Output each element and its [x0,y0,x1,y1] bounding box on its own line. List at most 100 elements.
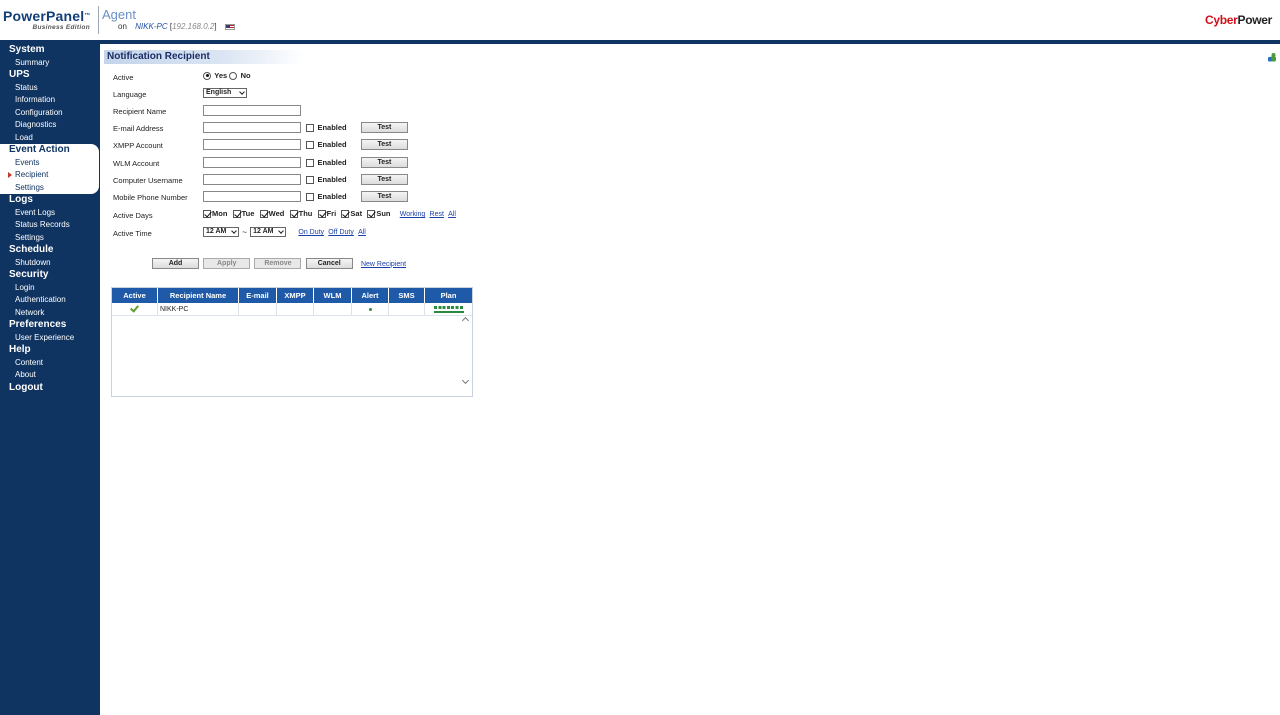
email-test-button[interactable]: Test [360,122,408,133]
day-tue-checkbox[interactable] [232,209,241,218]
col-xmpp[interactable]: XMPP [277,288,314,303]
nav-head-security[interactable]: Security [0,269,99,282]
nav-head-help[interactable]: Help [0,344,99,357]
sidebar-item-user-experience[interactable]: User Experience [0,332,99,345]
help-assistant-icon[interactable] [1267,52,1277,62]
nav-head-ups[interactable]: UPS [0,69,99,82]
mobile-test-button[interactable]: Test [360,191,408,202]
apply-button[interactable]: Apply [203,258,251,269]
nav-head-schedule[interactable]: Schedule [0,244,99,257]
sidebar-item-recipient[interactable]: Recipient [0,169,99,182]
xmpp-input[interactable] [203,139,301,150]
sidebar-item-login[interactable]: Login [0,282,99,295]
row-email-cell [239,303,277,315]
computer-input[interactable] [203,174,301,185]
sidebar-item-status-records[interactable]: Status Records [0,219,99,232]
xmpp-enabled-label: Enabled [317,140,347,149]
sidebar-item-about[interactable]: About [0,369,99,382]
sidebar-item-load[interactable]: Load [0,132,99,145]
nav-group-event-action: Event Action Events Recipient Settings [0,144,99,194]
active-no-radio[interactable] [229,71,238,80]
computer-enabled-label: Enabled [317,175,347,184]
cancel-button[interactable]: Cancel [305,258,353,269]
time-from-select[interactable]: 12 AM [203,227,239,237]
sidebar-item-event-settings[interactable]: Settings [0,182,99,195]
col-sms[interactable]: SMS [389,288,425,303]
sidebar-item-event-logs[interactable]: Event Logs [0,207,99,220]
sidebar-item-configuration[interactable]: Configuration [0,107,99,120]
working-days-link[interactable]: Working [400,211,426,218]
us-flag-icon[interactable] [224,23,235,30]
day-fri-checkbox[interactable] [317,209,326,218]
sidebar-item-diagnostics[interactable]: Diagnostics [0,119,99,132]
wlm-enabled-checkbox[interactable] [306,158,315,167]
mobile-enabled-checkbox[interactable] [306,192,315,201]
sidebar-item-summary[interactable]: Summary [0,57,99,70]
email-enabled-checkbox[interactable] [306,123,315,132]
col-active[interactable]: Active [112,288,158,303]
email-input[interactable] [203,122,301,133]
wlm-test-button[interactable]: Test [360,157,408,168]
app-header: PowerPanel™ Business Edition Agent on NI… [0,0,1280,42]
scroll-up-icon[interactable] [461,316,470,325]
on-duty-link[interactable]: On Duty [298,229,324,236]
col-email[interactable]: E-mail [239,288,277,303]
sidebar-item-shutdown[interactable]: Shutdown [0,257,99,270]
all-days-link[interactable]: All [448,211,456,218]
day-mon-checkbox[interactable] [203,209,211,218]
active-label: Active [113,73,134,82]
nav-head-logs[interactable]: Logs [0,194,99,207]
sidebar-item-status[interactable]: Status [0,82,99,95]
sidebar-item-network[interactable]: Network [0,307,99,320]
nav-group-help: Help Content About [0,344,99,382]
sidebar-item-content[interactable]: Content [0,357,99,370]
language-select[interactable]: English [203,88,247,98]
xmpp-test-button[interactable]: Test [360,139,408,150]
col-recipient-name[interactable]: Recipient Name [158,288,239,303]
new-recipient-link[interactable]: New Recipient [361,261,406,268]
computer-test-button[interactable]: Test [360,174,408,185]
recipient-table: Active Recipient Name E-mail XMPP WLM Al… [111,287,473,397]
main-content: Notification Recipient Active Yes No Lan… [100,44,1280,715]
day-sat-checkbox[interactable] [341,209,350,218]
recipient-name-input[interactable] [203,105,301,116]
chevron-down-icon [231,228,237,234]
row-active-cell [112,303,158,315]
nav-group-security: Security Login Authentication Network [0,269,99,319]
sidebar-item-authentication[interactable]: Authentication [0,294,99,307]
nav-head-event-action[interactable]: Event Action [0,144,99,157]
page-title: Notification Recipient [104,50,304,64]
nav-group-preferences: Preferences User Experience [0,319,99,344]
col-wlm[interactable]: WLM [314,288,352,303]
sidebar-item-events[interactable]: Events [0,157,99,170]
nav-head-preferences[interactable]: Preferences [0,319,99,332]
day-wed-label: Wed [268,209,285,219]
day-wed-checkbox[interactable] [259,209,268,218]
col-alert[interactable]: Alert [352,288,389,303]
col-plan[interactable]: Plan [425,288,472,303]
logout-link[interactable]: Logout [0,382,99,395]
scroll-down-icon[interactable] [461,376,470,385]
xmpp-enabled-checkbox[interactable] [306,140,315,149]
add-button[interactable]: Add [152,258,199,269]
sidebar-item-information[interactable]: Information [0,94,99,107]
day-sun-checkbox[interactable] [367,209,376,218]
sidebar-item-log-settings[interactable]: Settings [0,232,99,245]
time-to-select[interactable]: 12 AM [250,227,287,237]
computer-enabled-checkbox[interactable] [306,175,315,184]
nav-head-system[interactable]: System [0,44,99,57]
wlm-input[interactable] [203,157,301,168]
active-yes-radio[interactable] [203,71,211,80]
day-thu-checkbox[interactable] [289,209,298,218]
all-time-link[interactable]: All [358,229,366,236]
mobile-label: Mobile Phone Number [113,193,188,202]
host-name: NIKK-PC [135,22,168,31]
remove-button[interactable]: Remove [254,258,302,269]
rest-days-link[interactable]: Rest [430,211,444,218]
off-duty-link[interactable]: Off Duty [328,229,354,236]
mobile-input[interactable] [203,191,301,202]
day-sat-label: Sat [350,209,363,219]
table-row[interactable]: NIKK-PC [112,303,472,316]
row-name-cell: NIKK-PC [158,303,239,315]
alert-dot-icon [368,307,372,311]
